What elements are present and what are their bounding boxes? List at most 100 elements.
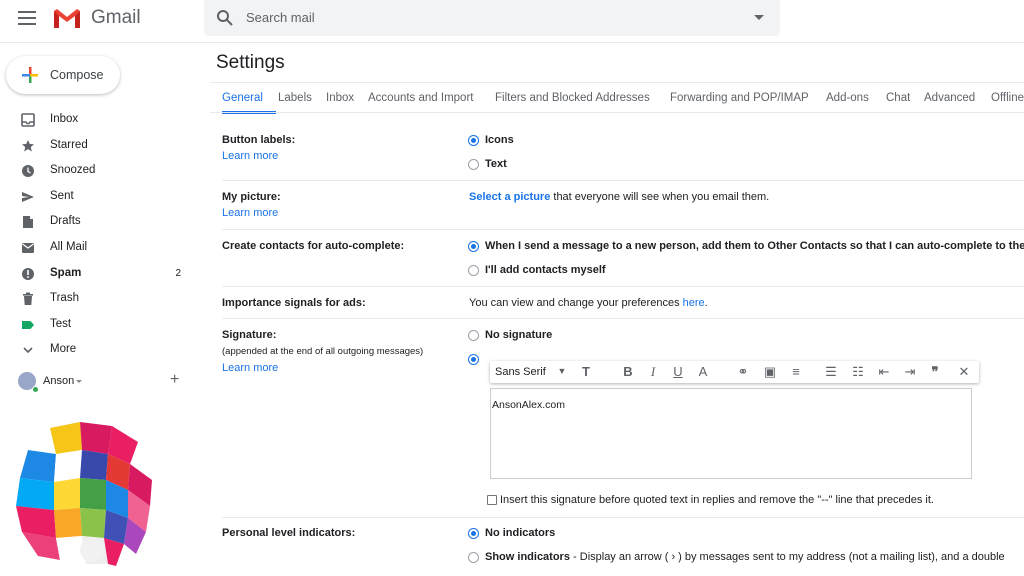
radio-label: Text xyxy=(485,158,507,170)
chevron-down-icon xyxy=(23,347,33,354)
sidebar-item-drafts[interactable]: Drafts xyxy=(0,210,195,236)
tab-inbox[interactable]: Inbox xyxy=(326,92,354,104)
setting-row-auto-complete: Create contacts for auto-complete: When … xyxy=(222,230,1024,287)
plus-icon xyxy=(22,67,38,83)
signature-content[interactable]: AnsonAlex.com xyxy=(492,399,565,411)
tab-add-ons[interactable]: Add-ons xyxy=(826,92,869,104)
radio-unselected-icon[interactable] xyxy=(468,159,479,170)
image-icon[interactable]: ▣ xyxy=(762,364,778,380)
sidebar-item-sent[interactable]: Sent xyxy=(0,185,195,211)
radio-unselected-icon[interactable] xyxy=(468,330,479,341)
hangouts-user[interactable]: Anson + xyxy=(14,370,194,394)
inbox-icon xyxy=(21,113,35,127)
indent-more-icon[interactable]: ⇥ xyxy=(902,364,918,380)
setting-title: Signature: xyxy=(222,329,277,341)
my-picture-description: that everyone will see when you email th… xyxy=(550,191,770,203)
tab-general[interactable]: General xyxy=(222,92,263,104)
radio-label: When I send a message to a new person, a… xyxy=(485,240,1024,252)
user-menu-caret-icon[interactable] xyxy=(76,380,82,383)
tab-advanced[interactable]: Advanced xyxy=(924,92,975,104)
sidebar-item-label: Inbox xyxy=(50,113,79,125)
compose-button[interactable]: Compose xyxy=(6,56,120,94)
sidebar-item-label: More xyxy=(50,343,77,356)
select-picture-link[interactable]: Select a picture xyxy=(469,191,550,203)
radio-unselected-icon[interactable] xyxy=(468,552,479,563)
sidebar-item-label: Trash xyxy=(50,292,79,305)
show-indicators-label: Show indicators xyxy=(485,551,570,563)
setting-title: Create contacts for auto-complete: xyxy=(222,240,405,252)
trash-icon xyxy=(23,292,33,306)
radio-label: No signature xyxy=(485,329,553,341)
radio-selected-icon[interactable] xyxy=(468,528,479,539)
align-icon[interactable]: ≡ xyxy=(788,364,804,379)
sidebar-item-more[interactable]: More xyxy=(0,338,195,364)
tab-chat[interactable]: Chat xyxy=(886,92,910,104)
setting-subtitle: (appended at the end of all outgoing mes… xyxy=(222,346,424,357)
font-size-icon[interactable]: T xyxy=(578,364,594,379)
tab-labels[interactable]: Labels xyxy=(278,92,312,104)
radio-label: No indicators xyxy=(485,527,556,539)
search-input[interactable]: Search mail xyxy=(246,10,315,25)
sidebar-item-spam[interactable]: Spam 2 xyxy=(0,262,195,288)
page-title: Settings xyxy=(216,52,285,73)
gmail-logo-icon[interactable] xyxy=(52,7,82,29)
radio-label: Show indicators - Display an arrow ( › )… xyxy=(485,551,1005,563)
search-icon[interactable] xyxy=(216,9,234,27)
gmail-logo-text[interactable]: Gmail xyxy=(91,7,141,29)
sidebar-item-snoozed[interactable]: Snoozed xyxy=(0,159,195,185)
user-name[interactable]: Anson xyxy=(43,375,74,387)
font-dropdown-caret-icon[interactable]: ▼ xyxy=(554,366,570,376)
tab-accounts-and-import[interactable]: Accounts and Import xyxy=(368,92,473,104)
sidebar-item-test[interactable]: Test xyxy=(0,313,195,339)
sidebar-item-starred[interactable]: Starred xyxy=(0,134,195,160)
link-icon[interactable]: ⚭ xyxy=(735,364,751,380)
sidebar-item-label: All Mail xyxy=(50,240,88,253)
label-icon xyxy=(22,320,34,329)
preferences-here-link[interactable]: here xyxy=(683,297,705,309)
quote-icon[interactable]: ❞ xyxy=(927,364,943,380)
setting-title: Personal level indicators: xyxy=(222,527,356,539)
sidebar-item-label: Spam xyxy=(50,266,82,279)
bulleted-list-icon[interactable]: ☷ xyxy=(850,364,866,380)
tab-forwarding-and-pop-imap[interactable]: Forwarding and POP/IMAP xyxy=(670,92,809,104)
learn-more-link[interactable]: Learn more xyxy=(222,150,278,162)
indent-less-icon[interactable]: ⇤ xyxy=(876,364,892,380)
top-bar: Gmail Search mail xyxy=(0,0,1024,42)
text-color-icon[interactable]: A xyxy=(695,364,711,379)
importance-description: You can view and change your preferences xyxy=(469,297,683,309)
radio-selected-icon[interactable] xyxy=(468,241,479,252)
signature-editor[interactable]: AnsonAlex.com xyxy=(490,388,972,479)
learn-more-link[interactable]: Learn more xyxy=(222,207,278,219)
sidebar-item-label: Sent xyxy=(50,189,74,202)
radio-selected-icon[interactable] xyxy=(468,354,479,365)
search-options-icon[interactable] xyxy=(754,15,764,20)
draft-icon xyxy=(23,216,33,229)
tabs-divider xyxy=(210,112,1024,113)
italic-icon[interactable]: I xyxy=(645,364,661,380)
underline-icon[interactable]: U xyxy=(670,364,686,379)
numbered-list-icon[interactable]: ☰ xyxy=(823,364,839,380)
radio-selected-icon[interactable] xyxy=(468,135,479,146)
main-menu-icon[interactable] xyxy=(18,11,36,25)
importance-text: You can view and change your preferences… xyxy=(469,297,708,309)
sidebar-item-label: Drafts xyxy=(50,215,81,228)
sidebar-nav: Inbox Starred Snoozed Sent Drafts All Ma… xyxy=(0,108,195,364)
radio-unselected-icon[interactable] xyxy=(468,265,479,276)
checkbox-unchecked-icon[interactable] xyxy=(487,495,497,505)
tab-filters-and-blocked-addresses[interactable]: Filters and Blocked Addresses xyxy=(495,92,650,104)
tab-offline[interactable]: Offline xyxy=(991,92,1024,104)
setting-title: My picture: xyxy=(222,191,281,203)
font-family-select[interactable]: Sans Serif xyxy=(495,366,546,378)
remove-formatting-icon[interactable]: ✕ xyxy=(956,364,972,380)
importance-suffix: . xyxy=(704,297,708,309)
sidebar-item-all-mail[interactable]: All Mail xyxy=(0,236,195,262)
bold-icon[interactable]: B xyxy=(620,364,636,379)
sidebar-item-inbox[interactable]: Inbox xyxy=(0,108,195,134)
sidebar-item-trash[interactable]: Trash xyxy=(0,287,195,313)
setting-row-personal-level: Personal level indicators: No indicators… xyxy=(222,518,1024,576)
search-bar[interactable]: Search mail xyxy=(204,0,780,36)
learn-more-link[interactable]: Learn more xyxy=(222,362,278,374)
decorative-logo-graphic xyxy=(16,422,152,566)
add-contact-icon[interactable]: + xyxy=(170,371,179,389)
clock-icon xyxy=(22,165,34,178)
